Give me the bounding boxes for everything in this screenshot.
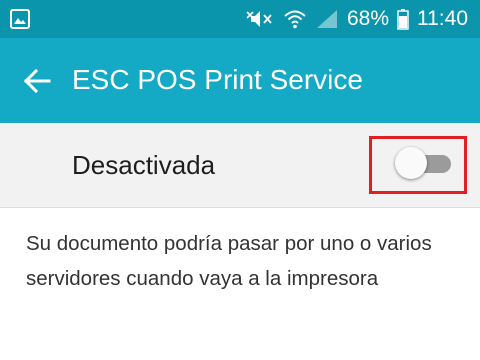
mute-icon (246, 11, 272, 27)
signal-icon (316, 10, 337, 28)
service-description: Su documento podría pasar por uno o vari… (26, 232, 432, 290)
switch-thumb (395, 147, 427, 179)
service-toggle-switch[interactable] (395, 147, 453, 179)
battery-percent: 68% (346, 7, 389, 30)
status-bar: 68% 11:40 (0, 0, 480, 38)
image-notification-icon (10, 9, 30, 29)
page-title: ESC POS Print Service (72, 64, 363, 95)
toggle-label: Desactivada (72, 150, 216, 180)
app-bar: ESC POS Print Service (0, 38, 480, 123)
status-icons: 68% 11:40 (245, 0, 468, 38)
wifi-icon (284, 10, 306, 29)
battery-icon (397, 9, 409, 30)
arrow-left-icon[interactable] (22, 66, 52, 96)
clock: 11:40 (417, 7, 468, 30)
